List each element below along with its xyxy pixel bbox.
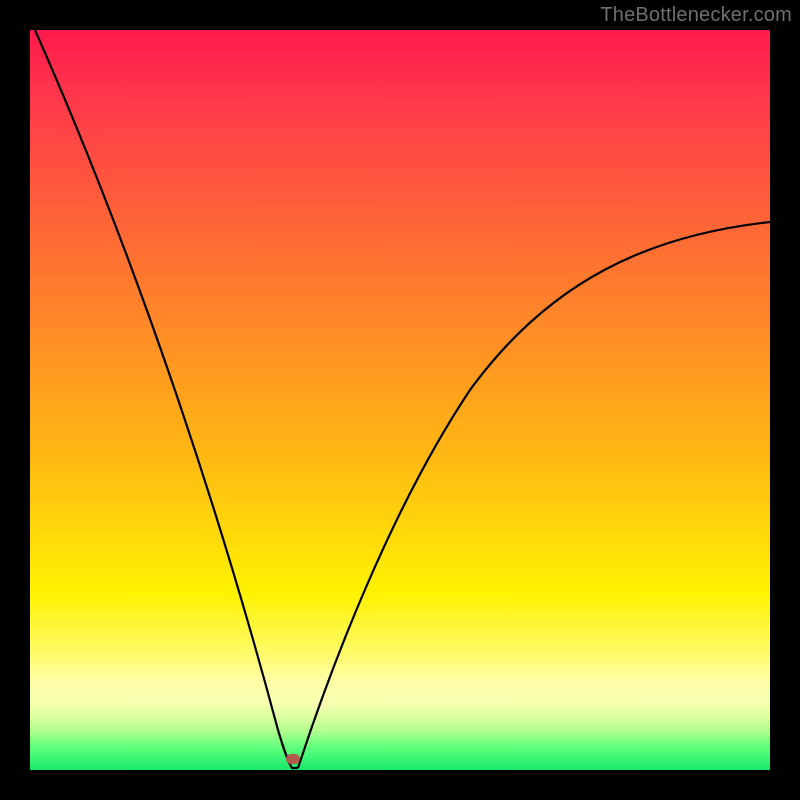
chart-frame: TheBottlenecker.com xyxy=(0,0,800,800)
curve-left-branch xyxy=(35,30,298,768)
trough-marker xyxy=(286,754,300,764)
curve-right-branch xyxy=(298,222,770,768)
bottleneck-curve xyxy=(30,30,770,770)
plot-area xyxy=(30,30,770,770)
watermark-text: TheBottlenecker.com xyxy=(600,4,792,27)
